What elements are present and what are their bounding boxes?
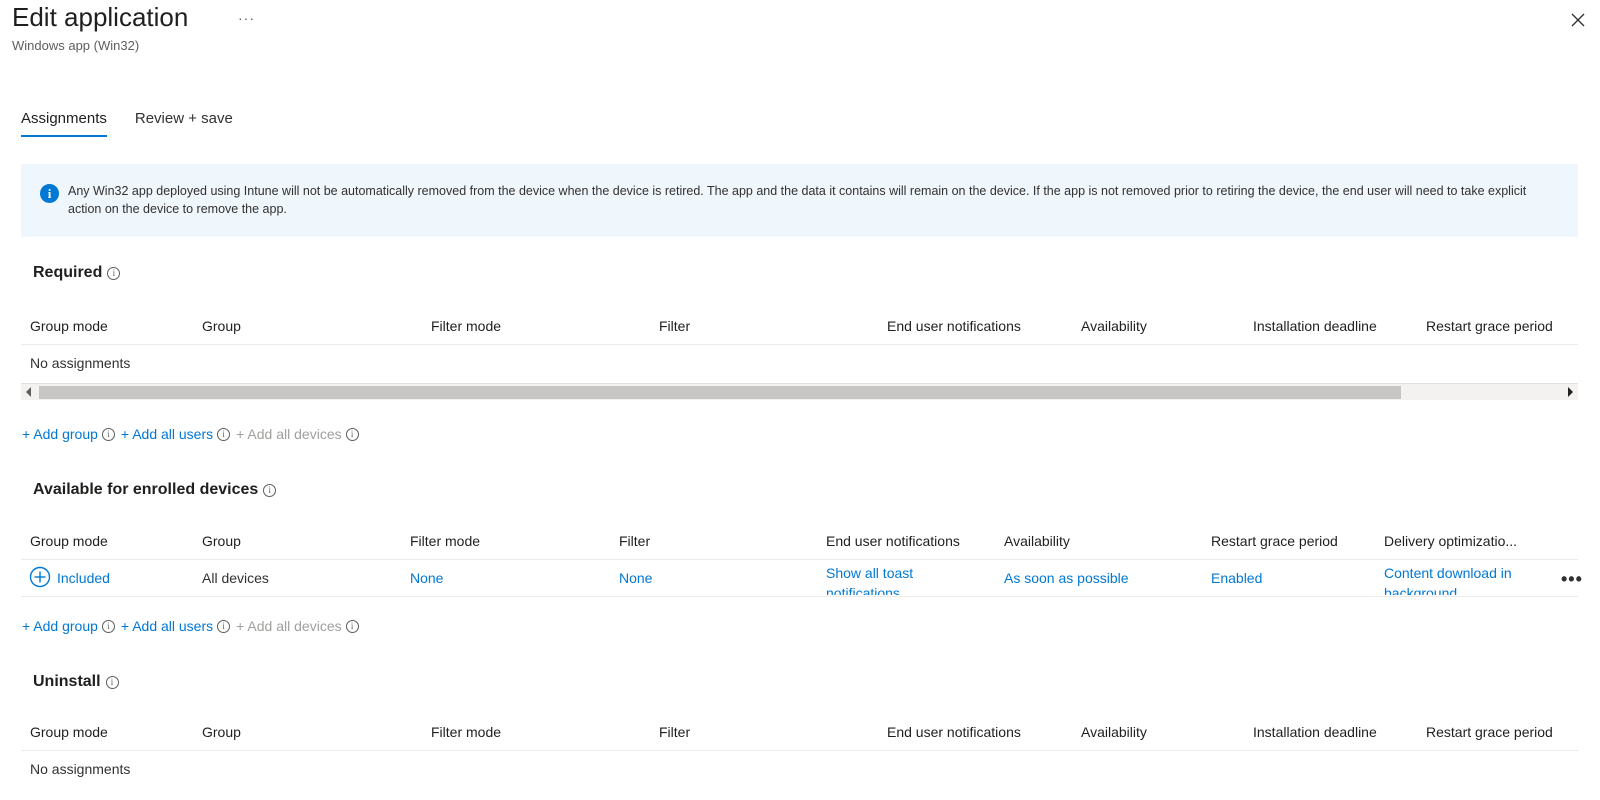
column-header[interactable]: Group mode	[30, 724, 108, 740]
scroll-right-icon[interactable]	[1568, 387, 1573, 397]
required-add-links: + Add group i + Add all users i + Add al…	[22, 426, 365, 442]
info-icon[interactable]: i	[345, 427, 359, 441]
column-header[interactable]: Group	[202, 724, 241, 740]
scrollbar-thumb[interactable]	[39, 386, 1401, 399]
column-header[interactable]: End user notifications	[826, 533, 960, 549]
info-icon[interactable]: i	[217, 427, 231, 441]
close-icon	[1571, 13, 1585, 27]
tab-review-save[interactable]: Review + save	[135, 110, 233, 137]
uninstall-table: Group mode Group Filter mode Filter End …	[21, 713, 1578, 781]
column-header[interactable]: Availability	[1081, 318, 1147, 334]
column-header[interactable]: Group	[202, 318, 241, 334]
close-button[interactable]	[1568, 10, 1588, 30]
column-header[interactable]: Group mode	[30, 318, 108, 334]
info-icon[interactable]: i	[263, 483, 277, 497]
section-title-available: Available for enrolled devices i	[33, 481, 277, 499]
column-header[interactable]: End user notifications	[887, 318, 1021, 334]
row-more-button[interactable]: •••	[1561, 569, 1583, 590]
table-row: No assignments	[21, 345, 1578, 382]
restart-grace-period-link[interactable]: Enabled	[1211, 570, 1262, 586]
column-header[interactable]: Group mode	[30, 533, 108, 549]
add-all-users-link[interactable]: + Add all users	[121, 618, 213, 634]
info-banner-text: Any Win32 app deployed using Intune will…	[68, 184, 1527, 216]
add-all-users-link[interactable]: + Add all users	[121, 426, 213, 442]
group-mode-link[interactable]: Included	[57, 570, 110, 586]
info-icon[interactable]: i	[217, 619, 231, 633]
table-row[interactable]: Included All devices None None Show all …	[21, 560, 1582, 597]
tab-assignments[interactable]: Assignments	[21, 110, 107, 137]
section-title-uninstall: Uninstall i	[33, 673, 119, 691]
tab-bar: Assignments Review + save	[21, 110, 261, 137]
column-header[interactable]: Filter	[659, 318, 690, 334]
section-title-text: Required	[33, 264, 103, 281]
add-group-link[interactable]: + Add group	[22, 426, 98, 442]
delivery-optimization-link[interactable]: Content download in background	[1384, 563, 1534, 595]
page-subtitle: Windows app (Win32)	[12, 38, 140, 53]
column-header[interactable]: Filter mode	[410, 533, 480, 549]
available-table: Group mode Group Filter mode Filter End …	[21, 522, 1582, 597]
column-header[interactable]: Filter mode	[431, 724, 501, 740]
column-header[interactable]: Availability	[1004, 533, 1070, 549]
info-banner: i Any Win32 app deployed using Intune wi…	[21, 164, 1578, 237]
filter-mode-link[interactable]: None	[410, 570, 443, 586]
section-title-text: Available for enrolled devices	[33, 481, 259, 498]
column-header[interactable]: Restart grace period	[1211, 533, 1338, 549]
add-circle-icon[interactable]	[29, 566, 51, 588]
column-header[interactable]: Restart grace period	[1426, 318, 1553, 334]
table-header: Group mode Group Filter mode Filter End …	[21, 307, 1578, 345]
add-all-devices-link: + Add all devices	[236, 618, 342, 634]
info-icon: i	[40, 184, 59, 203]
column-header[interactable]: Filter	[659, 724, 690, 740]
empty-state-text: No assignments	[30, 355, 131, 371]
add-all-devices-link: + Add all devices	[236, 426, 342, 442]
column-header[interactable]: Delivery optimizatio...	[1384, 533, 1517, 549]
info-icon[interactable]: i	[107, 266, 121, 280]
column-header[interactable]: Installation deadline	[1253, 724, 1377, 740]
empty-state-text: No assignments	[30, 761, 131, 777]
column-header[interactable]: Filter	[619, 533, 650, 549]
availability-link[interactable]: As soon as possible	[1004, 570, 1129, 586]
column-header[interactable]: End user notifications	[887, 724, 1021, 740]
column-header[interactable]: Installation deadline	[1253, 318, 1377, 334]
scroll-left-icon[interactable]	[26, 387, 31, 397]
section-title-required: Required i	[33, 264, 121, 282]
available-add-links: + Add group i + Add all users i + Add al…	[22, 618, 365, 634]
filter-link[interactable]: None	[619, 570, 652, 586]
column-header[interactable]: Availability	[1081, 724, 1147, 740]
table-header: Group mode Group Filter mode Filter End …	[21, 713, 1578, 751]
info-icon[interactable]: i	[105, 675, 119, 689]
section-title-text: Uninstall	[33, 673, 101, 690]
required-table: Group mode Group Filter mode Filter End …	[21, 307, 1578, 382]
horizontal-scrollbar[interactable]	[21, 383, 1578, 400]
column-header[interactable]: Group	[202, 533, 241, 549]
info-icon[interactable]: i	[101, 427, 115, 441]
group-cell: All devices	[202, 570, 269, 586]
more-options-button[interactable]: ···	[238, 10, 255, 26]
info-icon[interactable]: i	[345, 619, 359, 633]
table-header: Group mode Group Filter mode Filter End …	[21, 522, 1578, 560]
column-header[interactable]: Filter mode	[431, 318, 501, 334]
table-row: No assignments	[21, 751, 1578, 781]
column-header[interactable]: Restart grace period	[1426, 724, 1553, 740]
add-group-link[interactable]: + Add group	[22, 618, 98, 634]
info-icon[interactable]: i	[101, 619, 115, 633]
end-user-notifications-link[interactable]: Show all toast notifications	[826, 563, 966, 595]
page-title: Edit application	[12, 2, 189, 32]
